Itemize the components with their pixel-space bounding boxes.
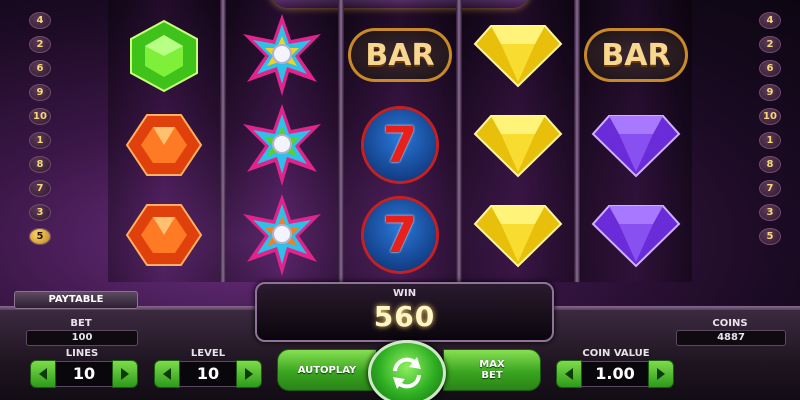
coins-label: COINS [712,318,748,329]
level-label: LEVEL [190,348,226,359]
win-display: WIN 560 [255,282,554,342]
payline-number: 1 [759,132,781,149]
purple-gem-symbol [580,100,692,190]
coin-value-decrease-button[interactable] [556,360,582,388]
payline-number: 4 [759,12,781,29]
payline-number: 6 [29,60,51,77]
payline-number: 8 [29,156,51,173]
coin-value-label: COIN VALUE [582,348,650,359]
seven-label: 7 [382,206,418,264]
yellow-gem-symbol [462,10,574,100]
starburst-wild-symbol [226,190,338,280]
payline-number: 10 [29,108,51,125]
right-arrow-icon [245,368,253,380]
payline-number: 6 [759,60,781,77]
right-payline-indicators: 4 2 6 9 10 1 8 7 3 5 [756,12,784,252]
coin-value-stepper: 1.00 [556,360,674,388]
level-decrease-button[interactable] [154,360,180,388]
bar-label: BAR [365,37,435,73]
bar-label: BAR [601,37,671,73]
green-gem-symbol [108,10,220,100]
bar-symbol: BAR [344,10,456,100]
coin-value-value: 1.00 [582,361,648,387]
max-bet-label-line1: MAX [479,359,505,370]
seven-symbol: 7 [344,190,456,280]
orange-gem-symbol [108,100,220,190]
level-stepper: 10 [154,360,262,388]
left-arrow-icon [163,368,171,380]
level-increase-button[interactable] [236,360,262,388]
bet-label: BET [70,318,92,329]
payline-number: 7 [759,180,781,197]
spin-button[interactable] [368,340,446,400]
payline-number-highlighted: 5 [29,228,51,245]
coins-value: 4887 [676,330,786,346]
max-bet-button[interactable]: MAX BET [443,349,541,391]
slot-game-screen: 4 2 6 9 10 1 8 7 3 5 4 2 6 9 10 1 8 7 3 … [0,0,800,400]
autoplay-button[interactable]: AUTOPLAY [277,349,377,391]
level-value: 10 [180,361,236,387]
payline-number: 5 [759,228,781,245]
win-label: WIN [392,288,417,299]
right-arrow-icon [121,368,129,380]
yellow-gem-symbol [462,190,574,280]
reel-grid: BAR 7 7 BAR [108,0,708,282]
payline-number: 3 [759,204,781,221]
payline-number: 10 [759,108,781,125]
payline-number: 8 [759,156,781,173]
lines-increase-button[interactable] [112,360,138,388]
payline-number: 4 [29,12,51,29]
payline-number: 3 [29,204,51,221]
payline-number: 2 [29,36,51,53]
lines-decrease-button[interactable] [30,360,56,388]
payline-number: 7 [29,180,51,197]
yellow-gem-symbol [462,100,574,190]
left-payline-indicators: 4 2 6 9 10 1 8 7 3 5 [26,12,54,252]
payline-number: 2 [759,36,781,53]
purple-gem-symbol [580,190,692,280]
left-arrow-icon [565,368,573,380]
bar-symbol: BAR [580,10,692,100]
payline-number: 9 [759,84,781,101]
seven-symbol: 7 [344,100,456,190]
seven-label: 7 [382,116,418,174]
coin-value-increase-button[interactable] [648,360,674,388]
starburst-wild-symbol [226,10,338,100]
payline-number: 1 [29,132,51,149]
right-arrow-icon [657,368,665,380]
max-bet-label-line2: BET [481,370,503,381]
refresh-icon [393,357,421,389]
starburst-wild-symbol [226,100,338,190]
lines-value: 10 [56,361,112,387]
orange-gem-symbol [108,190,220,280]
bet-value: 100 [26,330,138,346]
left-arrow-icon [39,368,47,380]
lines-label: LINES [65,348,99,359]
paytable-button[interactable]: PAYTABLE [14,291,138,309]
lines-stepper: 10 [30,360,138,388]
win-amount: 560 [373,300,436,333]
max-bet-label: MAX BET [479,359,504,381]
payline-number: 9 [29,84,51,101]
